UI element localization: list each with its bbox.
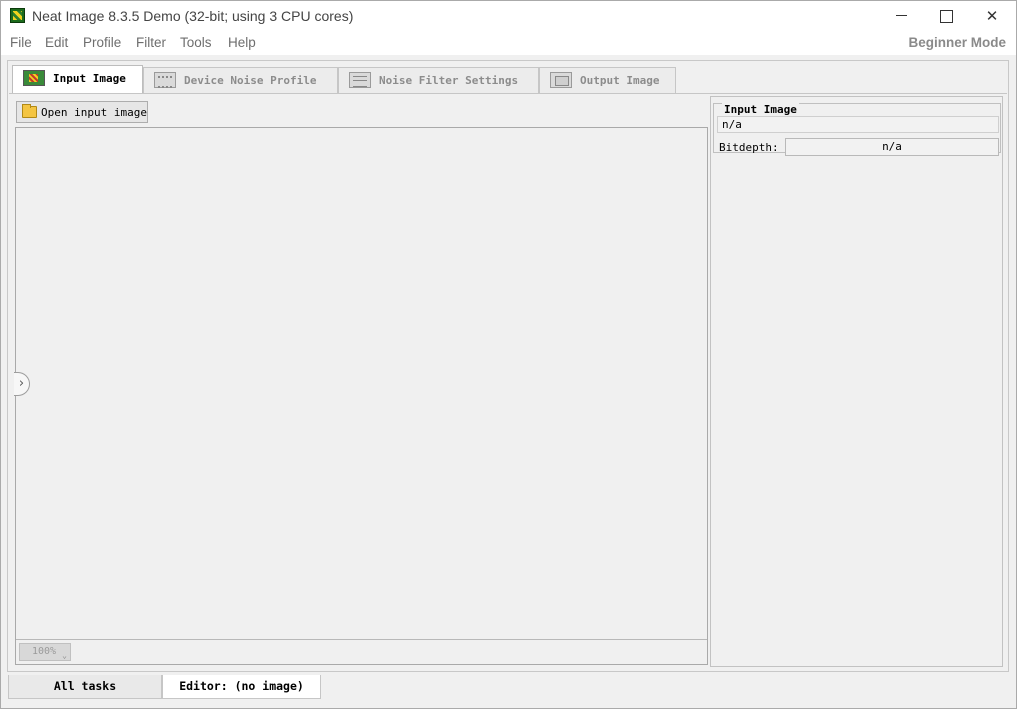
tab-device-noise-profile[interactable]: Device Noise Profile (143, 67, 338, 93)
menu-edit[interactable]: Edit (45, 35, 68, 50)
folder-icon (22, 104, 37, 118)
chevron-down-icon: ⌄ (62, 651, 67, 660)
minimize-button[interactable] (878, 1, 924, 31)
window-title: Neat Image 8.3.5 Demo (32-bit; using 3 C… (32, 8, 354, 24)
filename-field: n/a (717, 116, 999, 133)
menu-file[interactable]: File (10, 35, 32, 50)
app-window: Neat Image 8.3.5 Demo (32-bit; using 3 C… (0, 0, 1017, 709)
output-image-icon (550, 72, 572, 88)
bitdepth-field: n/a (785, 138, 999, 156)
tab-label: Noise Filter Settings (379, 74, 519, 87)
menu-profile[interactable]: Profile (83, 35, 121, 50)
menu-tools[interactable]: Tools (180, 35, 212, 50)
open-button-label: Open input image (41, 106, 147, 119)
tab-all-tasks[interactable]: All tasks (8, 675, 162, 699)
maximize-button[interactable] (923, 1, 969, 31)
tab-label: Device Noise Profile (184, 74, 317, 87)
image-info-panel: Input Image n/a Bitdepth: n/a (710, 96, 1003, 667)
zoom-select[interactable]: 100% ⌄ (19, 643, 71, 661)
input-image-icon (23, 70, 45, 86)
open-input-image-button[interactable]: Open input image (16, 101, 148, 123)
zoom-value: 100% (32, 646, 57, 657)
tab-output-image[interactable]: Output Image (539, 67, 676, 93)
tab-noise-filter-settings[interactable]: Noise Filter Settings (338, 67, 539, 93)
bitdepth-label: Bitdepth: (719, 141, 779, 154)
menu-help[interactable]: Help (228, 35, 256, 50)
menu-bar: File Edit Profile Filter Tools Help Begi… (1, 31, 1016, 55)
tab-divider (9, 93, 1007, 94)
tab-editor[interactable]: Editor: (no image) (162, 675, 321, 699)
group-title: Input Image (722, 103, 799, 116)
tab-label: Output Image (580, 74, 660, 87)
image-canvas[interactable]: 100% ⌄ (15, 127, 708, 665)
mode-switch-link[interactable]: Beginner Mode (908, 35, 1006, 50)
noise-profile-icon (154, 72, 176, 88)
title-bar: Neat Image 8.3.5 Demo (32-bit; using 3 C… (1, 1, 1016, 31)
close-button[interactable]: ✕ (969, 1, 1015, 31)
canvas-footer-divider (16, 639, 707, 640)
menu-filter[interactable]: Filter (136, 35, 166, 50)
tab-label: Input Image (53, 72, 126, 85)
app-logo-icon (10, 8, 25, 23)
input-image-group: Input Image n/a Bitdepth: n/a (713, 103, 1001, 156)
filter-settings-icon (349, 72, 371, 88)
tab-input-image[interactable]: Input Image (12, 65, 143, 93)
